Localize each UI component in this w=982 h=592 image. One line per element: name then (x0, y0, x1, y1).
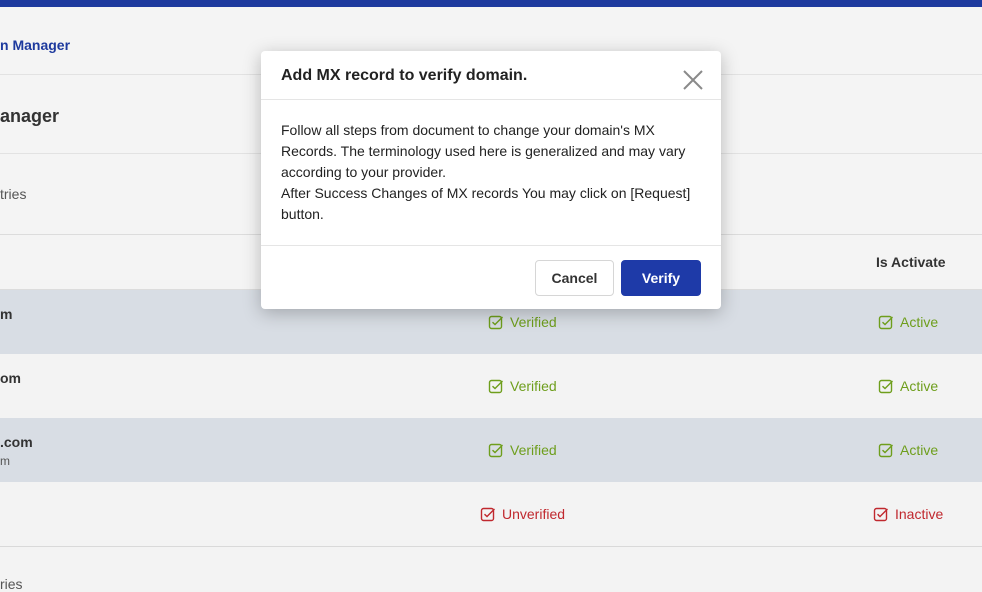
verify-button[interactable]: Verify (621, 260, 701, 296)
modal-title: Add MX record to verify domain. (281, 67, 528, 84)
modal-body-request-note: After Success Changes of MX records You … (281, 185, 691, 222)
modal-header: Add MX record to verify domain. (261, 51, 721, 100)
verify-domain-modal: Add MX record to verify domain. Follow a… (261, 51, 721, 309)
close-icon[interactable] (681, 68, 705, 92)
modal-footer: Cancel Verify (261, 245, 721, 310)
cancel-button[interactable]: Cancel (535, 260, 614, 296)
modal-body: Follow all steps from document to change… (281, 120, 701, 225)
modal-body-instructions: Follow all steps from document to change… (281, 122, 686, 180)
